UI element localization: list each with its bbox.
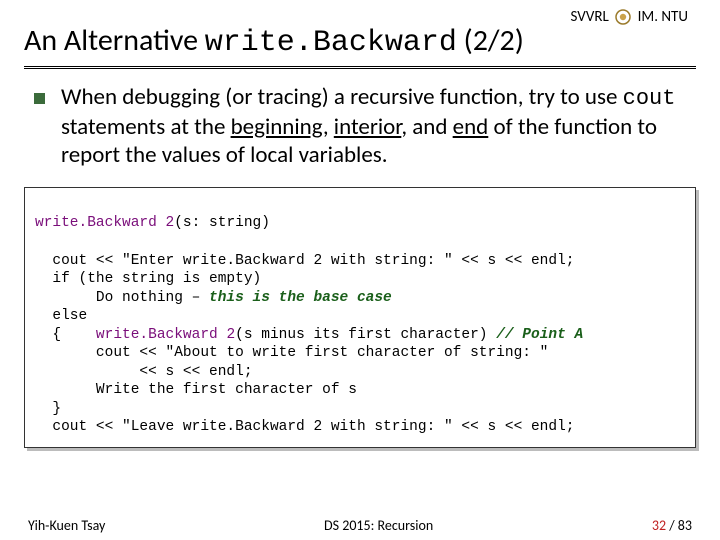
org-right: IM. NTU (638, 8, 688, 26)
c-l10: } (35, 401, 61, 417)
page-sep: / (666, 517, 678, 534)
title-rule-wrap (0, 66, 720, 69)
bt1: When debugging (or tracing) a recursive … (61, 83, 623, 111)
bt-u2: interior (334, 113, 402, 141)
page-current: 32 (652, 517, 666, 534)
title-pre: An Alternative (24, 22, 205, 59)
c-l11: cout << "Leave write.Backward 2 with str… (35, 419, 575, 435)
c-l6d: // Point A (496, 327, 583, 343)
code-fn-name: write.Backward 2 (35, 215, 174, 231)
bt2: statements at the (61, 113, 231, 141)
c-l5: else (35, 308, 87, 324)
c-l9b: s (348, 382, 357, 398)
seal-icon (615, 9, 631, 25)
page-total: 83 (678, 517, 692, 534)
bt-u1: beginning (231, 113, 323, 141)
body: When debugging (or tracing) a recursive … (0, 83, 720, 169)
title-rule (24, 66, 696, 69)
code-box: write.Backward 2(s: string) cout << "Ent… (24, 187, 696, 448)
c-l6b: write.Backward 2 (96, 327, 235, 343)
footer-page: 32 / 83 (652, 517, 692, 534)
c-l3: if (the string is empty) (35, 271, 261, 287)
c-l8: << s << endl; (35, 364, 253, 380)
bullet-item: When debugging (or tracing) a recursive … (34, 83, 686, 169)
header: SVVRL IM. NTU An Alternative write.Backw… (0, 0, 720, 64)
bt-u3: end (453, 113, 489, 141)
c-l7: cout << "About to write first character … (35, 345, 548, 361)
c-l2: cout << "Enter write.Backward 2 with str… (35, 253, 575, 269)
title-post: (2/2) (457, 22, 524, 59)
c-l6c: (s minus its first character) (235, 327, 496, 343)
c-l4a: Do nothing – (35, 290, 209, 306)
slide-title: An Alternative write.Backward (2/2) (24, 22, 696, 64)
bullet-text: When debugging (or tracing) a recursive … (61, 83, 686, 169)
footer-author: Yih-Kuen Tsay (28, 517, 105, 534)
title-mono: write.Backward (205, 26, 457, 60)
bt-c2: , and (401, 113, 452, 141)
bt-c1: , (323, 113, 334, 141)
bt-mono: cout (623, 86, 676, 111)
org-left: SVVRL (570, 8, 608, 26)
footer: Yih-Kuen Tsay DS 2015: Recursion 32 / 83 (0, 517, 720, 534)
c-l1b: (s: string) (174, 215, 270, 231)
c-l4b: this is the base case (209, 290, 392, 306)
c-l6a: { (35, 327, 96, 343)
bullet-icon (34, 93, 45, 104)
c-l9a: Write the first character of (35, 382, 348, 398)
footer-center: DS 2015: Recursion (324, 517, 433, 534)
